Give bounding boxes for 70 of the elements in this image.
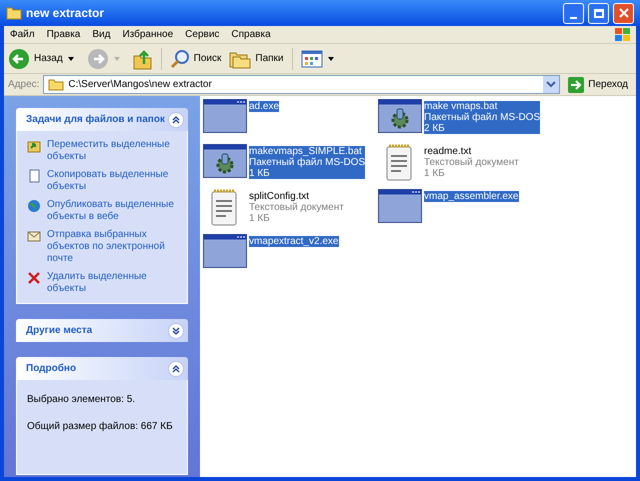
file-size: 1 КБ xyxy=(249,168,366,179)
file-name: makevmaps_SIMPLE.bat xyxy=(249,146,366,157)
program-window-icon xyxy=(203,234,247,268)
menu-item[interactable]: Файл xyxy=(4,27,41,42)
go-arrow-icon xyxy=(568,76,584,92)
views-icon[interactable] xyxy=(300,50,322,68)
file-name: make vmaps.bat xyxy=(424,101,540,112)
go-button[interactable]: Переход xyxy=(564,76,632,92)
batch-file-icon xyxy=(203,144,247,178)
globe-icon xyxy=(27,199,41,213)
file-item[interactable]: makevmaps_SIMPLE.bat Пакетный файл MS-DOS 1 КБ xyxy=(203,144,378,189)
minimize-button[interactable] xyxy=(563,2,584,24)
file-item[interactable]: vmap_assembler.exe xyxy=(378,189,553,234)
panel-header[interactable]: Другие места xyxy=(16,319,188,342)
task-link[interactable]: Отправка выбранных объектов по электронной почте xyxy=(47,229,177,265)
file-name: ad.exe xyxy=(249,101,280,112)
menu-item[interactable]: Вид xyxy=(86,27,116,42)
file-type: Пакетный файл MS-DOS xyxy=(249,157,366,168)
file-size: 1 КБ xyxy=(424,168,446,179)
panel-header[interactable]: Подробно xyxy=(16,357,188,380)
document-icon xyxy=(27,169,41,183)
file-size: 1 КБ xyxy=(249,213,271,224)
folders-button[interactable]: Папки xyxy=(229,48,284,68)
file-item[interactable]: vmapextract_v2.exe xyxy=(203,234,378,279)
close-button[interactable] xyxy=(613,2,634,24)
menu-item[interactable]: Сервис xyxy=(179,27,226,42)
folder-icon xyxy=(48,78,64,91)
file-name: vmap_assembler.exe xyxy=(424,191,518,202)
file-name: readme.txt xyxy=(424,146,472,157)
dropdown-caret-icon[interactable] xyxy=(326,56,334,62)
task-link[interactable]: Удалить выделенные объекты xyxy=(47,271,177,295)
menu-item[interactable]: Правка xyxy=(40,27,86,42)
folder-icon xyxy=(6,6,22,20)
program-window-icon xyxy=(378,189,422,223)
dropdown-caret-icon[interactable] xyxy=(66,56,75,62)
search-button[interactable]: Поиск xyxy=(170,48,222,68)
expand-chevron-icon[interactable] xyxy=(168,322,184,338)
menu-item[interactable]: Справка xyxy=(225,27,277,42)
file-name: splitConfig.txt xyxy=(249,191,310,202)
file-item[interactable]: splitConfig.txt Текстовый документ 1 КБ xyxy=(203,189,378,234)
address-label: Адрес: xyxy=(8,78,40,92)
envelope-icon xyxy=(27,229,41,243)
details-text: Выбрано элементов: 5. xyxy=(27,393,136,407)
file-item[interactable]: readme.txt Текстовый документ 1 КБ xyxy=(378,144,553,189)
task-link[interactable]: Скопировать выделенные объекты xyxy=(47,169,177,193)
back-button[interactable]: Назад xyxy=(8,48,63,70)
window-title: new extractor xyxy=(26,5,104,22)
search-icon xyxy=(170,48,190,68)
collapse-chevron-icon[interactable] xyxy=(168,112,184,128)
maximize-button[interactable] xyxy=(588,2,609,24)
close-icon xyxy=(618,8,628,18)
task-link[interactable]: Опубликовать выделенные объекты в вебе xyxy=(47,199,177,223)
folder-up-icon[interactable] xyxy=(132,48,153,70)
file-name: vmapextract_v2.exe xyxy=(249,236,338,247)
program-window-icon xyxy=(203,99,247,133)
panel-header[interactable]: Задачи для файлов и папок xyxy=(16,108,188,131)
batch-file-icon xyxy=(378,99,422,133)
file-item[interactable]: ad.exe xyxy=(203,99,378,144)
flag-logo-icon xyxy=(614,26,632,42)
address-field[interactable]: C:\Server\Mangos\new extractor xyxy=(43,75,560,94)
file-type: Текстовый документ xyxy=(249,202,344,213)
collapse-chevron-icon[interactable] xyxy=(168,360,184,376)
file-item[interactable]: make vmaps.bat Пакетный файл MS-DOS 2 КБ xyxy=(378,99,553,144)
menu-item[interactable]: Избранное xyxy=(116,27,180,42)
file-type: Пакетный файл MS-DOS xyxy=(424,112,540,123)
file-size: 2 КБ xyxy=(424,123,540,134)
details-text: Общий размер файлов: 667 КБ xyxy=(27,420,174,434)
delete-x-icon xyxy=(27,271,41,285)
file-type: Текстовый документ xyxy=(424,157,519,168)
task-link[interactable]: Переместить выделенные объекты xyxy=(47,139,177,163)
